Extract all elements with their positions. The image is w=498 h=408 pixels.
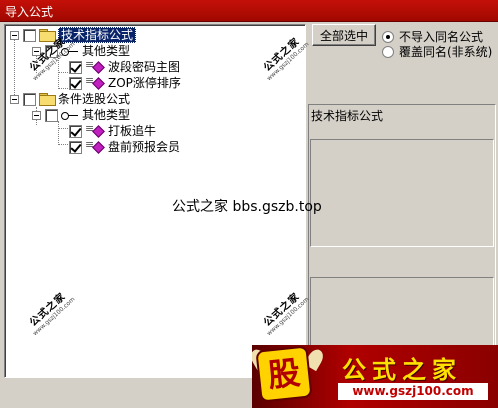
formula-icon [85,58,105,73]
tree-node-stock-screening[interactable]: 条件选股公式 [10,91,130,107]
key-icon [61,110,79,120]
info-panel-upper [310,139,494,247]
collapse-toggle[interactable] [32,110,41,120]
collapse-toggle[interactable] [10,30,19,40]
checkbox[interactable] [23,92,36,106]
tree-connector [14,39,15,99]
tree-node-formula[interactable]: 波段密码主图 [65,58,181,75]
info-caption: 技术指标公式 [310,106,494,136]
tree-node-formula[interactable]: ZOP涨停排序 [65,74,181,91]
tree-node-formula[interactable]: 盘前预报会员 [65,138,181,155]
tree-node-label: 其他类型 [82,108,131,122]
checkbox-checked[interactable] [69,76,82,90]
tree-node-formula[interactable]: 打板追牛 [65,122,157,139]
select-all-button[interactable]: 全部选中 [312,24,376,46]
formula-icon [85,74,105,89]
tree-node-label: ZOP涨停排序 [108,76,181,90]
window-title: 导入公式 [5,5,54,19]
title-bar: 导入公式 [0,0,498,22]
formula-icon [85,122,105,137]
radio-dot[interactable] [382,45,394,58]
bull-logo-icon: 股 [257,347,311,401]
radio-overwrite-duplicates[interactable]: 覆盖同名(非系统) [382,43,492,60]
brand-banner: 股 公式之家 www.gszj100.com [252,345,498,408]
collapse-toggle[interactable] [10,94,19,104]
checkbox[interactable] [23,28,36,42]
checkbox[interactable] [45,108,58,122]
formula-icon [85,138,105,153]
tree-node-tech-indicators[interactable]: 技术指标公式 [10,27,137,43]
tree-node-label: 其他类型 [82,44,131,58]
tree-node-label: 盘前预报会员 [108,140,181,154]
checkbox-checked[interactable] [69,140,82,154]
formula-info-panel: 技术指标公式 [308,104,496,378]
tree-connector [58,121,59,145]
checkbox-checked[interactable] [69,124,82,138]
tree-node-label: 打板追牛 [108,124,157,138]
brand-url: www.gszj100.com [338,383,488,400]
brand-name: 公式之家 [342,355,462,384]
tree-node-label: 条件选股公式 [58,92,131,106]
folder-icon [39,93,56,106]
tree-node-category[interactable]: 其他类型 [32,107,130,123]
tree-node-label: 波段密码主图 [108,60,181,74]
radio-label: 覆盖同名(非系统) [399,45,493,59]
watermark-text: 公式之家 bbs.gszb.top [172,199,322,215]
radio-dot[interactable] [382,30,394,43]
checkbox-checked[interactable] [69,60,82,74]
